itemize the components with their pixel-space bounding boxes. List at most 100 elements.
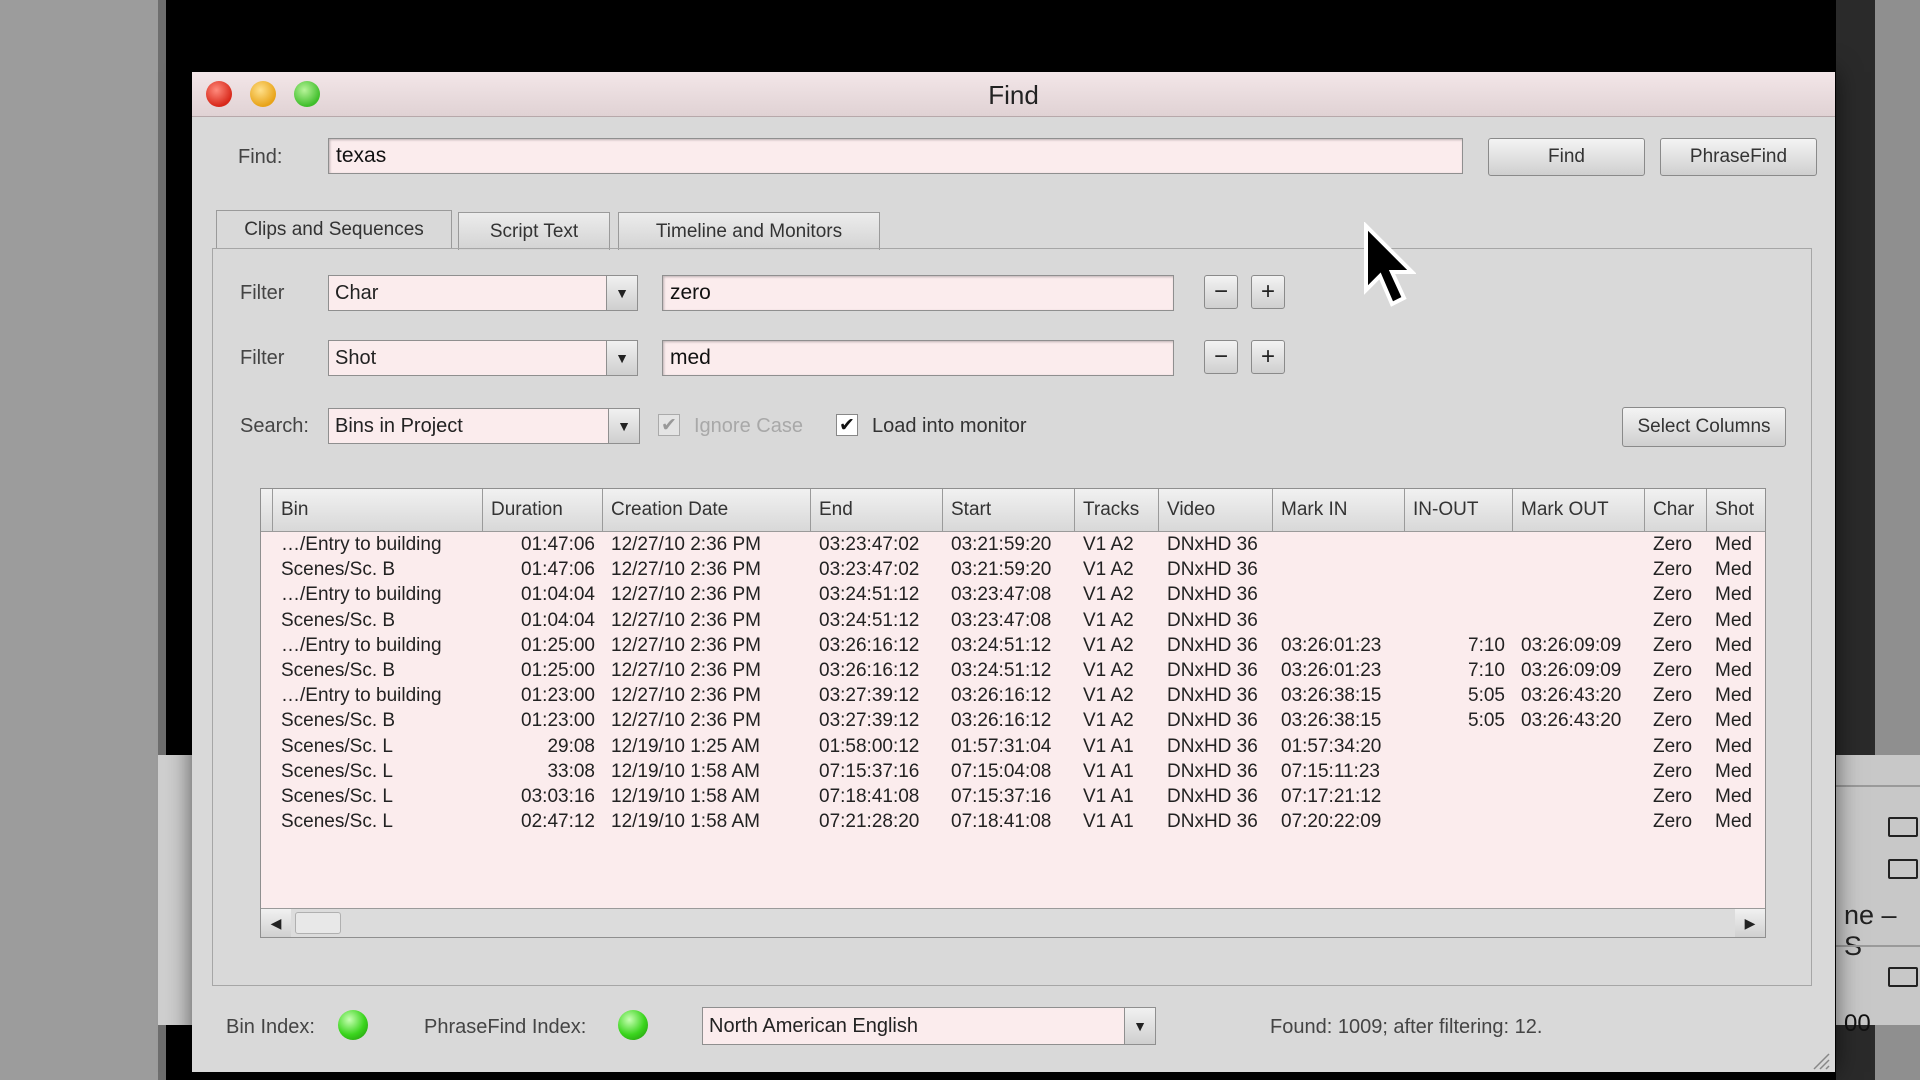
find-input[interactable]: texas [328, 138, 1463, 174]
scroll-left-icon[interactable]: ◀ [261, 909, 291, 937]
phrasefind-index-label: PhraseFind Index: [424, 1016, 587, 1038]
table-row[interactable]: Scenes/Sc. B 01:25:00 12/27/10 2:36 PM 03:2… [261, 658, 1765, 683]
cell-video: DNxHD 36 [1167, 710, 1258, 732]
table-row[interactable]: …/Entry to building 01:04:04 12/27/10 2:36… [261, 582, 1765, 607]
filter-value-input-1[interactable]: zero [662, 275, 1174, 311]
cell-mark-out [1513, 557, 1637, 582]
column-header-mark-out[interactable]: Mark OUT [1513, 489, 1645, 531]
table-row[interactable]: Scenes/Sc. B 01:47:06 12/27/10 2:36 PM 03:2… [261, 557, 1765, 582]
table-row[interactable]: …/Entry to building 01:23:00 12/27/10 2:36… [261, 683, 1765, 708]
search-scope-value: Bins in Project [335, 414, 463, 437]
load-into-monitor-checkbox[interactable]: ✔ [836, 414, 858, 436]
column-header-duration[interactable]: Duration [483, 489, 603, 531]
resize-grip-icon[interactable] [1810, 1050, 1830, 1070]
cell-duration: 33:08 [547, 760, 595, 782]
cell-creation-date: 12/27/10 2:36 PM [611, 634, 761, 656]
tab-timeline-and-monitors[interactable]: Timeline and Monitors [618, 212, 880, 250]
filter-field-select-2[interactable]: Shot ▼ [328, 340, 638, 376]
bin-index-status-icon [338, 1010, 368, 1040]
cell-mark-out [1513, 582, 1637, 607]
cell-bin: …/Entry to building [281, 685, 442, 707]
dropdown-arrow-icon[interactable]: ▼ [606, 341, 637, 375]
remove-filter-2-button[interactable]: − [1204, 340, 1238, 374]
column-header-tracks[interactable]: Tracks [1075, 489, 1159, 531]
cell-char: Zero [1653, 710, 1693, 732]
filter-field-select-1[interactable]: Char ▼ [328, 275, 638, 311]
ignore-case-checkbox[interactable]: ✔ [658, 414, 680, 436]
cell-mark-in: 03:26:38:15 [1281, 685, 1382, 707]
cell-char: Zero [1653, 534, 1693, 555]
cell-end: 03:23:47:02 [819, 559, 920, 581]
cell-duration: 29:08 [547, 735, 595, 757]
column-header-char[interactable]: Char [1645, 489, 1707, 531]
remove-filter-1-button[interactable]: − [1204, 275, 1238, 309]
mouse-cursor-icon [1364, 222, 1416, 307]
cell-creation-date: 12/19/10 1:58 AM [611, 786, 760, 807]
cell-start: 03:26:16:12 [951, 685, 1052, 707]
table-row[interactable]: Scenes/Sc. L 02:47:12 12/19/10 1:58 AM 07:2… [261, 809, 1765, 834]
cell-mark-out: 03:26:09:09 [1521, 634, 1622, 656]
cell-tracks: V1 A2 [1083, 584, 1134, 606]
table-row[interactable]: …/Entry to building 01:47:06 12/27/10 2:36… [261, 532, 1765, 557]
filter-value-input-2[interactable]: med [662, 340, 1174, 376]
cell-video: DNxHD 36 [1167, 811, 1258, 833]
tab-script-text[interactable]: Script Text [458, 212, 610, 250]
dropdown-arrow-icon[interactable]: ▼ [608, 409, 639, 443]
dropdown-arrow-icon[interactable]: ▼ [606, 276, 637, 310]
cell-duration: 01:23:00 [521, 710, 595, 732]
row-handle-header [261, 489, 273, 531]
add-filter-1-button[interactable]: + [1251, 275, 1285, 309]
column-header-in-out[interactable]: IN-OUT [1405, 489, 1513, 531]
column-header-end[interactable]: End [811, 489, 943, 531]
language-select[interactable]: North American English ▼ [702, 1007, 1156, 1045]
cell-bin: Scenes/Sc. B [281, 660, 396, 681]
dropdown-arrow-icon[interactable]: ▼ [1124, 1008, 1155, 1044]
scrollbar-thumb[interactable] [295, 912, 341, 934]
search-scope-select[interactable]: Bins in Project ▼ [328, 408, 640, 444]
cell-in-out: 7:10 [1468, 660, 1505, 681]
cell-duration: 01:25:00 [521, 634, 595, 656]
background-right-toolstrip: ne – S 00 [1836, 755, 1920, 1037]
cell-end: 03:24:51:12 [819, 584, 920, 606]
cell-mark-out [1513, 759, 1637, 784]
table-row[interactable]: Scenes/Sc. L 03:03:16 12/19/10 1:58 AM 07:1… [261, 784, 1765, 809]
cell-mark-out [1513, 784, 1637, 809]
table-row[interactable]: …/Entry to building 01:25:00 12/27/10 2:36… [261, 633, 1765, 658]
table-row[interactable]: Scenes/Sc. B 01:23:00 12/27/10 2:36 PM 03:2… [261, 708, 1765, 733]
table-row[interactable]: Scenes/Sc. L 29:08 12/19/10 1:25 AM 01:58:0… [261, 734, 1765, 759]
cell-creation-date: 12/27/10 2:36 PM [611, 559, 761, 581]
column-header-mark-in[interactable]: Mark IN [1273, 489, 1405, 531]
cell-creation-date: 12/27/10 2:36 PM [611, 660, 761, 681]
select-columns-button[interactable]: Select Columns [1622, 407, 1786, 447]
cell-mark-out: 03:26:09:09 [1521, 660, 1622, 681]
cell-duration: 01:25:00 [521, 660, 595, 681]
cell-start: 03:23:47:08 [951, 609, 1052, 631]
cell-tracks: V1 A1 [1083, 811, 1134, 833]
tab-clips-and-sequences[interactable]: Clips and Sequences [216, 210, 452, 248]
language-value: North American English [709, 1014, 918, 1037]
find-label: Find: [238, 146, 283, 168]
filter-field-value-2: Shot [335, 346, 377, 369]
horizontal-scrollbar[interactable]: ◀ ▶ [261, 908, 1765, 937]
cell-mark-out: 03:26:43:20 [1521, 710, 1622, 732]
phrasefind-button[interactable]: PhraseFind [1660, 138, 1817, 176]
table-row[interactable]: Scenes/Sc. L 33:08 12/19/10 1:58 AM 07:15:3… [261, 759, 1765, 784]
cell-tracks: V1 A2 [1083, 609, 1134, 631]
cell-mark-out: 03:26:43:20 [1521, 685, 1622, 707]
column-header-shot[interactable]: Shot [1707, 489, 1765, 531]
cell-bin: Scenes/Sc. B [281, 559, 396, 581]
add-filter-2-button[interactable]: + [1251, 340, 1285, 374]
cell-mark-in: 01:57:34:20 [1281, 735, 1382, 757]
column-header-creation-date[interactable]: Creation Date [603, 489, 811, 531]
cell-creation-date: 12/19/10 1:58 AM [611, 760, 760, 782]
column-header-bin[interactable]: Bin [273, 489, 483, 531]
table-row[interactable]: Scenes/Sc. B 01:04:04 12/27/10 2:36 PM 03:2… [261, 608, 1765, 633]
column-header-start[interactable]: Start [943, 489, 1075, 531]
cell-tracks: V1 A2 [1083, 559, 1134, 581]
cell-mark-in: 03:26:38:15 [1281, 710, 1382, 732]
title-bar[interactable]: Find [192, 72, 1835, 117]
search-label: Search: [240, 415, 309, 437]
find-button[interactable]: Find [1488, 138, 1645, 176]
column-header-video[interactable]: Video [1159, 489, 1273, 531]
scroll-right-icon[interactable]: ▶ [1735, 909, 1765, 937]
